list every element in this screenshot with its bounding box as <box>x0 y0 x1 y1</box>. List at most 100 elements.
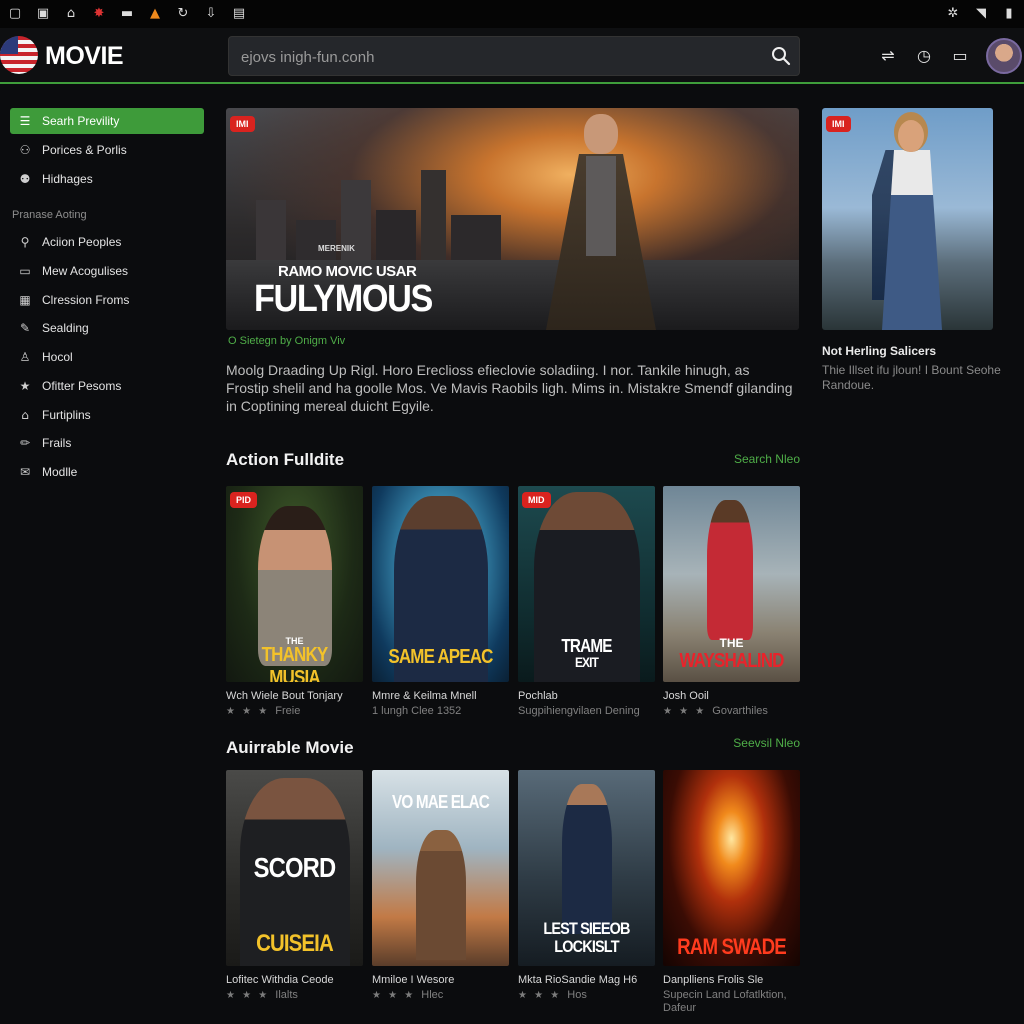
side-feature-title[interactable]: Not Herling Salicers <box>822 344 936 358</box>
sidebar-item-sealding[interactable]: ✎ Sealding <box>10 315 204 341</box>
card-title[interactable]: Mkta RioSandie Mag H6 <box>518 974 655 986</box>
search-bar[interactable] <box>228 36 800 76</box>
card-title[interactable]: Lofitec Withdia Ceode <box>226 974 363 986</box>
card-title[interactable]: Pochlab <box>518 690 655 702</box>
battery-icon: ▮ <box>1005 6 1013 21</box>
rating-stars-icon: ★ ★ ★ <box>226 990 270 1001</box>
poster-kicker: SCORD <box>253 852 337 883</box>
poster-kicker: THE <box>719 636 744 650</box>
download-icon: ⇩ <box>205 6 217 21</box>
b-icon: ▤ <box>232 6 246 21</box>
section-title-action: Action Fulldite <box>226 450 345 469</box>
movie-poster[interactable]: SCORD CUISEIA <box>226 770 363 966</box>
pencil-icon: ✏ <box>19 436 31 450</box>
poster-title: CUISEIA <box>256 930 334 957</box>
bluetooth-icon: ✲ <box>947 6 959 21</box>
movie-card[interactable]: VO MAE ELAC Mmiloe I Wesore ★ ★ ★ Hlec <box>372 770 509 1001</box>
sidebar-item-hidhages[interactable]: ⚉ Hidhages <box>10 166 204 192</box>
sidebar-item-label: Hidhages <box>42 172 93 186</box>
pen-icon: ✎ <box>19 321 31 335</box>
car-icon[interactable]: ⇌ <box>878 46 898 66</box>
sidebar-item-furtiplins[interactable]: ⌂ Furtiplins <box>10 402 204 428</box>
app-logo[interactable]: MOVIE <box>45 42 124 71</box>
feature-kicker: MERENIK <box>318 244 355 253</box>
card-meta: ★ ★ ★ Ilalts <box>226 989 298 1001</box>
status-bar: ▢ ▣ ⌂ ✸ ▬ ▲ ↻ ⇩ ▤ ✲ ◥ ▮ <box>0 0 1024 28</box>
timer-icon[interactable]: ◷ <box>914 46 934 66</box>
sidebar-item-label: Hocol <box>42 350 73 364</box>
film-icon: ▦ <box>19 293 31 307</box>
sidebar-item-action-peoples[interactable]: ⚲ Aciion Peoples <box>10 229 204 255</box>
sidebar-item-label: Sealding <box>42 321 89 335</box>
rating-stars-icon: ★ ★ ★ <box>663 706 707 717</box>
sidebar-item-hocol[interactable]: ♙ Hocol <box>10 344 204 370</box>
card-title[interactable]: Mmiloe I Wesore <box>372 974 509 986</box>
movie-poster[interactable]: PID THE THANKY MUSIA <box>226 486 363 682</box>
feature-title: FULYMOUS <box>254 278 433 320</box>
feature-badge: IMI <box>230 116 255 132</box>
hero-figure-image <box>516 108 686 330</box>
sidebar-item-clression-froms[interactable]: ▦ Clression Froms <box>10 287 204 313</box>
sidebar-item-modlle[interactable]: ✉ Modlle <box>10 459 204 485</box>
feature-meta: O Sietegn by Onigm Viv <box>228 335 346 347</box>
sidebar-item-ofitter-pesoms[interactable]: ★ Ofitter Pesoms <box>10 373 204 399</box>
card-title[interactable]: Mmre & Keilma Mnell <box>372 690 509 702</box>
sidebar-item-search[interactable]: ☰ Searh Prevility <box>10 108 204 134</box>
side-feature-badge: IMI <box>826 116 851 132</box>
poster-title: WAYSHALIND <box>679 650 784 672</box>
person-icon: ♙ <box>19 350 31 364</box>
movie-card[interactable]: SAME APEAC Mmre & Keilma Mnell 1 lungh C… <box>372 486 509 717</box>
movie-poster[interactable]: SAME APEAC <box>372 486 509 682</box>
app-header: MOVIE ⇌ ◷ ▭ <box>0 28 1024 84</box>
sidebar-item-label: Ofitter Pesoms <box>42 379 122 393</box>
movie-poster[interactable]: RAM SWADE <box>663 770 800 966</box>
rating-stars-icon: ★ ★ ★ <box>518 990 562 1001</box>
card-meta: ★ ★ ★ Hlec <box>372 989 444 1001</box>
building-icon: ⌂ <box>21 408 29 422</box>
movie-poster[interactable]: THE WAYSHALIND <box>663 486 800 682</box>
flag-logo-icon[interactable] <box>0 36 38 74</box>
search-input[interactable] <box>241 45 761 69</box>
side-feature-description: Thie Illset ifu jloun! I Bount Seohe Ran… <box>822 363 1001 392</box>
sidebar-item-frails[interactable]: ✏ Frails <box>10 430 204 456</box>
section-link-available[interactable]: Seevsil Nleo <box>733 736 800 750</box>
movie-card[interactable]: SCORD CUISEIA Lofitec Withdia Ceode ★ ★ … <box>226 770 363 1001</box>
section-link-action[interactable]: Search Nleo <box>734 452 800 466</box>
card-title[interactable]: Danplliens Frolis Sle <box>663 974 800 986</box>
movie-poster[interactable]: VO MAE ELAC <box>372 770 509 966</box>
featured-banner[interactable]: IMI MERENIK RAMO MOVIC USAR FULYMOUS <box>226 108 799 330</box>
movie-card[interactable]: RAM SWADE Danplliens Frolis Sle Supecin … <box>663 770 800 1015</box>
search-icon[interactable] <box>771 46 791 66</box>
avatar[interactable] <box>986 38 1022 74</box>
poster-title: EXIT <box>574 654 599 670</box>
poster-kicker: VO MAE ELAC <box>392 792 490 812</box>
sidebar-item-label: Searh Prevility <box>42 114 120 128</box>
sidebar-item-label: Aciion Peoples <box>42 235 122 249</box>
user-icon: ⚉ <box>19 172 31 186</box>
pin-icon: ⚲ <box>20 235 30 249</box>
card-title[interactable]: Josh Ooil <box>663 690 800 702</box>
sidebar-item-label: Furtiplins <box>42 408 91 422</box>
image-icon: ▬ <box>120 6 134 21</box>
poster-title: THANKY MUSIA <box>261 644 329 682</box>
movie-card[interactable]: LEST SIEEOB LOCKISLT Mkta RioSandie Mag … <box>518 770 655 1001</box>
sidebar-item-new-acogulises[interactable]: ▭ Mew Acogulises <box>10 258 204 284</box>
tv-icon[interactable]: ▭ <box>950 46 970 66</box>
sidebar-item-porices[interactable]: ⚇ Porices & Porlis <box>10 137 204 163</box>
poster-title: RAM SWADE <box>677 934 787 959</box>
poster-badge: PID <box>230 492 258 508</box>
card-title[interactable]: Wch Wiele Bout Tonjary <box>226 690 363 702</box>
rating-stars-icon: ★ ★ ★ <box>226 706 270 717</box>
side-feature-poster[interactable]: IMI <box>822 108 993 330</box>
cone-icon: ▲ <box>150 6 160 21</box>
card-meta: Supecin Land Lofatlktion, Dafeur <box>663 989 787 1014</box>
sidebar-item-label: Clression Froms <box>42 293 130 307</box>
movie-poster[interactable]: MID TRAME EXIT <box>518 486 655 682</box>
movie-card[interactable]: THE WAYSHALIND Josh Ooil ★ ★ ★ Govarthile… <box>663 486 800 717</box>
movie-card[interactable]: MID TRAME EXIT Pochlab Sugpihiengvilaen … <box>518 486 655 717</box>
movie-poster[interactable]: LEST SIEEOB LOCKISLT <box>518 770 655 966</box>
movie-card[interactable]: PID THE THANKY MUSIA Wch Wiele Bout Tonj… <box>226 486 363 717</box>
calendar-icon: ▣ <box>36 6 50 21</box>
sidebar-item-label: Mew Acogulises <box>42 264 129 278</box>
sidebar-item-label: Frails <box>42 436 72 450</box>
